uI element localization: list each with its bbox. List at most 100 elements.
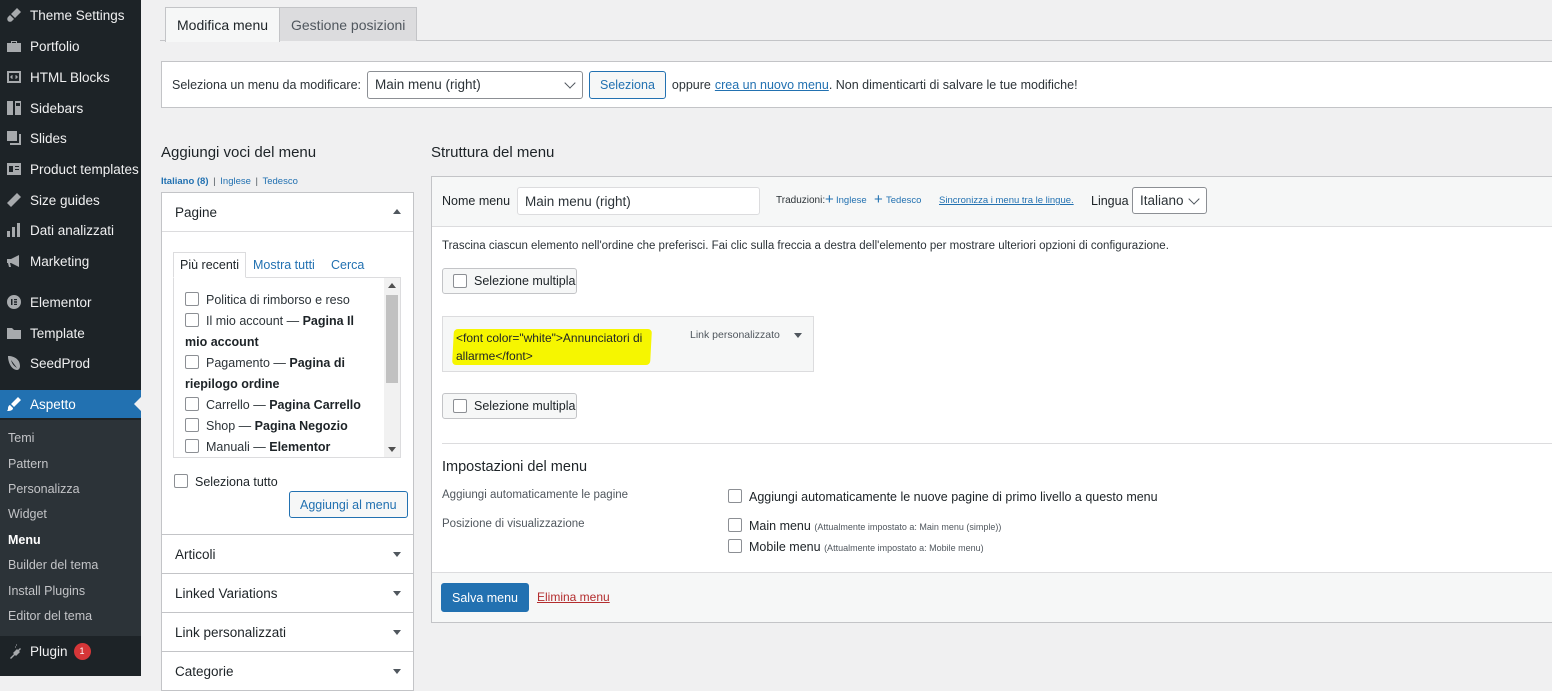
sidebar-item-theme-settings[interactable]: Theme Settings xyxy=(0,1,141,29)
sidebar-item-slides[interactable]: Slides xyxy=(0,124,141,152)
auto-add-checkbox[interactable] xyxy=(728,489,742,503)
scroll-thumb[interactable] xyxy=(386,295,398,383)
sidebar-item-portfolio[interactable]: Portfolio xyxy=(0,32,141,60)
checkbox[interactable] xyxy=(185,355,199,369)
add-to-menu-button[interactable]: Aggiungi al menu xyxy=(289,491,408,518)
expand-arrow-icon xyxy=(393,552,401,557)
sync-menus-link[interactable]: Sincronizza i menu tra le lingue. xyxy=(939,195,1074,206)
paintbrush-icon xyxy=(5,395,23,413)
sidebar-item-label: Product templates xyxy=(30,161,139,177)
submenu-item-menus[interactable]: Menu xyxy=(8,533,41,547)
linked-variations-panel[interactable]: Linked Variations xyxy=(161,573,414,613)
expand-arrow-icon xyxy=(393,630,401,635)
lang-italian-link[interactable]: Italiano (8) xyxy=(161,176,209,187)
expand-arrow-icon[interactable] xyxy=(794,333,802,338)
list-item[interactable]: Manuali — Elementor xyxy=(185,437,375,457)
submenu-item-widgets[interactable]: Widget xyxy=(8,507,47,521)
chevron-down-icon xyxy=(564,76,576,89)
location-checkbox[interactable] xyxy=(728,518,742,532)
bulk-select-button-bottom[interactable]: Selezione multipla xyxy=(442,393,577,419)
page-type: Elementor xyxy=(269,440,331,454)
page-type: Pagina Carrello xyxy=(269,398,361,412)
location-name: Mobile menu xyxy=(749,540,821,554)
list-item[interactable]: Il mio account — Pagina Il mio account xyxy=(185,311,375,353)
save-menu-button[interactable]: Salva menu xyxy=(441,583,530,612)
subtab-search[interactable]: Cerca xyxy=(325,252,370,278)
location-name: Main menu xyxy=(749,519,811,533)
update-count-badge: 1 xyxy=(73,642,91,660)
submenu-item-patterns[interactable]: Pattern xyxy=(8,457,48,471)
create-new-menu-link[interactable]: crea un nuovo menu xyxy=(715,78,829,92)
posts-panel[interactable]: Articoli xyxy=(161,534,414,574)
location-main-menu[interactable]: Main menu (Attualmente impostato a: Main… xyxy=(728,518,1001,533)
scroll-down-icon[interactable] xyxy=(388,447,396,452)
delete-menu-link[interactable]: Elimina menu xyxy=(537,590,610,604)
display-position-label: Posizione di visualizzazione xyxy=(442,518,585,530)
checkbox[interactable] xyxy=(185,397,199,411)
checkbox[interactable] xyxy=(185,292,199,306)
checkbox[interactable] xyxy=(453,274,467,288)
select-all-option[interactable]: Seleziona tutto xyxy=(174,474,278,489)
menu-select-value: Main menu (right) xyxy=(375,77,481,92)
lang-german-link[interactable]: Tedesco xyxy=(262,176,297,187)
list-item[interactable]: Carrello — Pagina Carrello xyxy=(185,395,375,416)
select-all-checkbox[interactable] xyxy=(174,474,188,488)
list-item[interactable]: Politica di rimborso e reso xyxy=(185,290,375,311)
translation-english-link[interactable]: Inglese xyxy=(836,195,867,206)
panel-title: Linked Variations xyxy=(175,586,278,601)
plus-icon[interactable]: + xyxy=(874,191,883,208)
auto-add-option[interactable]: Aggiungi automaticamente le nuove pagine… xyxy=(728,489,1158,504)
sidebar-item-label: Slides xyxy=(30,130,67,146)
menu-name-input[interactable]: Main menu (right) xyxy=(517,187,760,215)
menu-item-type: Link personalizzato xyxy=(690,329,780,341)
submenu-item-theme-builder[interactable]: Builder del tema xyxy=(8,558,98,572)
translation-german-link[interactable]: Tedesco xyxy=(886,195,921,206)
sidebar-item-seedprod[interactable]: SeedProd xyxy=(0,349,141,377)
checkbox[interactable] xyxy=(185,313,199,327)
sidebar-item-template[interactable]: Template xyxy=(0,319,141,347)
sidebar-item-plugins[interactable]: Plugin 1 xyxy=(0,637,141,665)
sidebar-item-label: Marketing xyxy=(30,253,90,269)
page-sep: — xyxy=(249,440,270,454)
tab-manage-locations[interactable]: Gestione posizioni xyxy=(279,7,418,41)
list-item[interactable]: Pagamento — Pagina di riepilogo ordine xyxy=(185,353,375,395)
submenu-item-themes[interactable]: Temi xyxy=(8,431,34,445)
tab-edit-menu[interactable]: Modifica menu xyxy=(165,7,281,42)
bulk-select-button[interactable]: Selezione multipla xyxy=(442,268,577,294)
sidebar-item-appearance[interactable]: Aspetto xyxy=(0,390,141,418)
sidebar-item-elementor[interactable]: Elementor xyxy=(0,288,141,316)
location-mobile-menu[interactable]: Mobile menu (Attualmente impostato a: Mo… xyxy=(728,539,984,554)
submenu-item-theme-editor[interactable]: Editor del tema xyxy=(8,609,92,623)
language-select[interactable]: Italiano xyxy=(1132,187,1207,214)
list-item[interactable]: Shop — Pagina Negozio xyxy=(185,416,375,437)
submenu-item-install-plugins[interactable]: Install Plugins xyxy=(8,584,85,598)
subtab-recent[interactable]: Più recenti xyxy=(173,252,247,278)
categories-panel[interactable]: Categorie xyxy=(161,651,414,691)
scroll-up-icon[interactable] xyxy=(388,283,396,288)
sidebar-item-sidebars[interactable]: Sidebars xyxy=(0,94,141,122)
location-checkbox[interactable] xyxy=(728,539,742,553)
sidebar-item-html-blocks[interactable]: HTML Blocks xyxy=(0,63,141,91)
menu-select-dropdown[interactable]: Main menu (right) xyxy=(367,70,584,99)
ruler-icon xyxy=(5,191,23,209)
lang-english-link[interactable]: Inglese xyxy=(220,176,251,187)
sidebar-item-label: Size guides xyxy=(30,192,100,208)
checkbox[interactable] xyxy=(453,399,467,413)
menu-item[interactable]: <font color="white">Annunciatori di alla… xyxy=(442,316,814,372)
submenu-item-customize[interactable]: Personalizza xyxy=(8,482,80,496)
checkbox[interactable] xyxy=(185,418,199,432)
checkbox[interactable] xyxy=(185,439,199,453)
sidebar-item-analytics[interactable]: Dati analizzati xyxy=(0,216,141,244)
plus-icon[interactable]: + xyxy=(825,191,834,208)
pages-panel-header[interactable]: Pagine xyxy=(162,193,413,232)
sidebar-item-marketing[interactable]: Marketing xyxy=(0,247,141,275)
plugin-icon xyxy=(5,642,23,660)
select-menu-button[interactable]: Seleziona xyxy=(589,70,666,99)
folder-icon xyxy=(5,324,23,342)
list-scrollbar[interactable] xyxy=(384,278,400,457)
subtab-show-all[interactable]: Mostra tutti xyxy=(247,252,321,278)
select-all-label: Seleziona tutto xyxy=(195,475,278,489)
custom-links-panel[interactable]: Link personalizzati xyxy=(161,612,414,652)
sidebar-item-size-guides[interactable]: Size guides xyxy=(0,186,141,214)
sidebar-item-product-templates[interactable]: Product templates xyxy=(0,155,141,183)
